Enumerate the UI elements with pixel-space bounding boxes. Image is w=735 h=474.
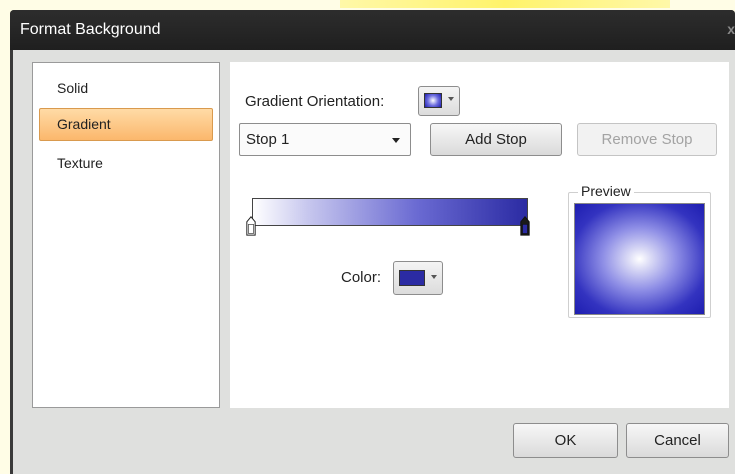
preview-label: Preview <box>578 183 634 199</box>
title-bar: Format Background x <box>10 10 735 50</box>
chevron-down-icon <box>392 138 400 143</box>
fill-type-gradient[interactable]: Gradient <box>39 108 213 141</box>
color-picker-dropdown[interactable] <box>393 261 443 295</box>
chevron-down-icon <box>431 275 437 279</box>
gradient-stop-select[interactable]: Stop 1 <box>239 123 411 156</box>
add-stop-button[interactable]: Add Stop <box>430 123 562 156</box>
fill-type-solid[interactable]: Solid <box>39 72 213 105</box>
color-label: Color: <box>341 269 382 286</box>
gradient-orientation-label: Gradient Orientation: <box>245 93 385 110</box>
dialog-title: Format Background <box>20 21 161 38</box>
ok-button[interactable]: OK <box>513 423 618 458</box>
format-background-dialog: Format Background x Solid Gradient Textu… <box>10 10 735 474</box>
fill-type-label: Texture <box>57 155 103 171</box>
fill-type-list: Solid Gradient Texture <box>32 62 220 408</box>
background-highlight <box>340 0 670 8</box>
gradient-stop-marker-start[interactable] <box>246 215 256 237</box>
chevron-down-icon <box>448 97 454 101</box>
gradient-stop-marker-end[interactable] <box>520 215 530 237</box>
fill-type-label: Gradient <box>57 116 111 132</box>
remove-stop-button[interactable]: Remove Stop <box>577 123 717 156</box>
gradient-orientation-dropdown[interactable] <box>418 86 460 116</box>
gradient-preview <box>574 203 705 315</box>
fill-type-texture[interactable]: Texture <box>39 147 213 180</box>
gradient-stop-select-value: Stop 1 <box>246 131 290 148</box>
cancel-button[interactable]: Cancel <box>626 423 729 458</box>
gradient-preview-bar <box>252 198 528 226</box>
gradient-settings-panel: Gradient Orientation: Stop 1 Add Stop Re… <box>230 62 729 408</box>
close-icon[interactable]: x <box>721 21 735 37</box>
color-swatch-icon <box>399 270 425 286</box>
fill-type-label: Solid <box>57 80 89 96</box>
preview-group: Preview <box>568 183 711 318</box>
radial-gradient-swatch-icon <box>424 93 442 108</box>
dialog-body: Solid Gradient Texture Gradient Orientat… <box>13 50 735 474</box>
